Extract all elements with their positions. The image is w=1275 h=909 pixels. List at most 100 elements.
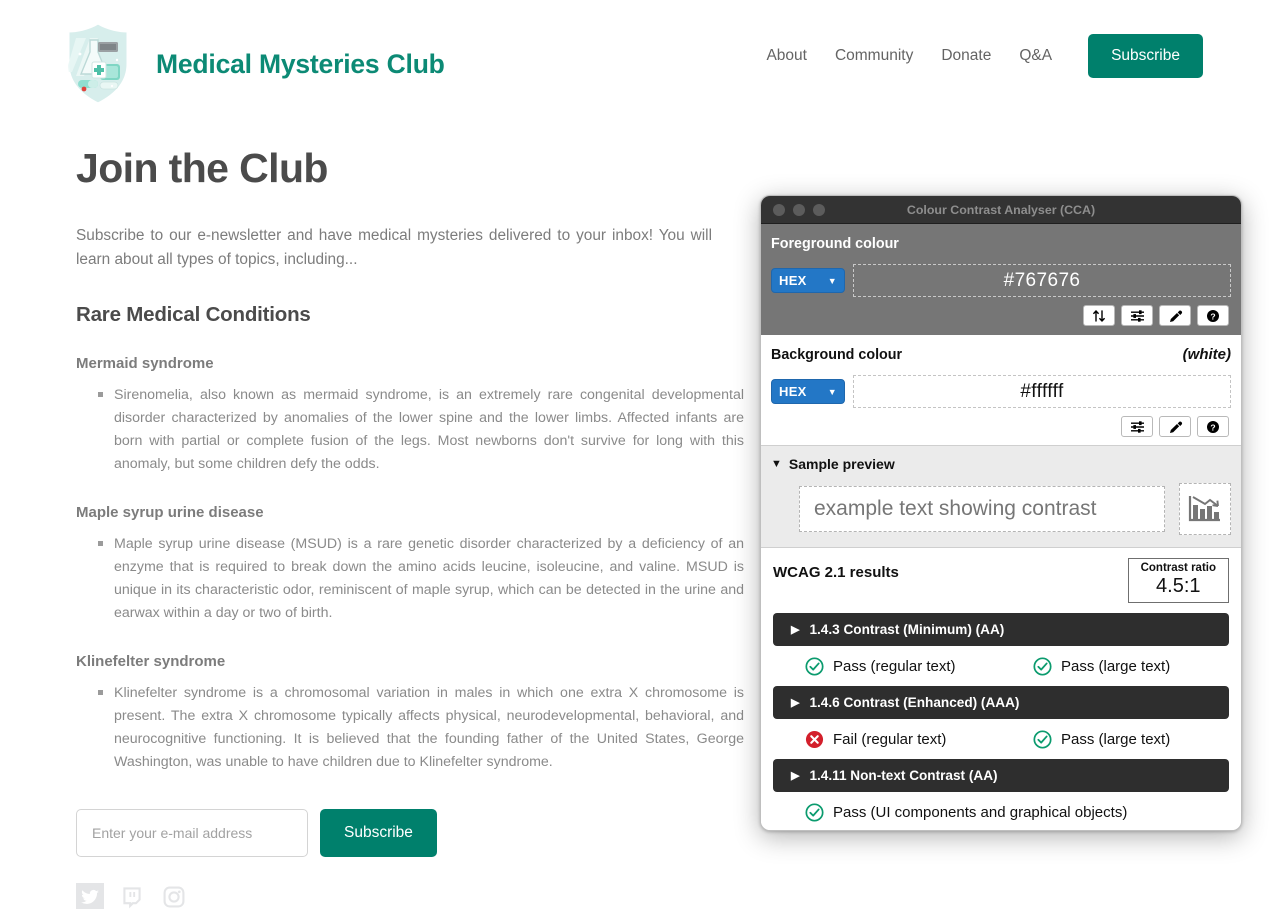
fail-cross-icon — [805, 731, 824, 749]
condition-title-mermaid: Mermaid syndrome — [76, 354, 214, 372]
result-item: Pass (regular text) — [805, 657, 1033, 676]
foreground-label: Foreground colour — [771, 236, 899, 252]
window-traffic-lights — [773, 203, 825, 216]
criterion-1411-results: Pass (UI components and graphical object… — [773, 803, 1229, 822]
pass-check-icon — [1033, 657, 1052, 676]
site-header: Medical Mysteries Club About Community D… — [0, 0, 1275, 123]
contrast-ratio-box: Contrast ratio 4.5:1 — [1127, 558, 1229, 604]
bar-chart-declining-icon — [1188, 496, 1220, 522]
list-item: Klinefelter syndrome is a chromosomal va… — [98, 682, 744, 774]
nav-link-community[interactable]: Community — [821, 47, 927, 65]
wcag-results-title: WCAG 2.1 results — [773, 564, 899, 581]
svg-text:?: ? — [1210, 422, 1215, 432]
foreground-format-value: HEX — [779, 273, 807, 288]
cca-titlebar[interactable]: Colour Contrast Analyser (CCA) — [761, 196, 1241, 224]
brand-title: Medical Mysteries Club — [156, 48, 445, 79]
foreground-button-row: ? — [771, 305, 1231, 326]
background-colour-value[interactable]: #ffffff — [853, 375, 1231, 408]
result-item: Pass (large text) — [1033, 730, 1170, 749]
criterion-143-results: Pass (regular text) Pass (large text) — [773, 657, 1229, 676]
intro-paragraph: Subscribe to our e-newsletter and have m… — [76, 227, 712, 268]
nav-link-donate[interactable]: Donate — [927, 47, 1005, 65]
sample-text: example text showing contrast — [799, 486, 1165, 532]
social-link-twitch[interactable] — [118, 883, 146, 909]
sample-preview-title: Sample preview — [788, 456, 895, 472]
nav-link-about[interactable]: About — [752, 47, 821, 65]
chevron-down-icon: ▼ — [827, 275, 837, 286]
foreground-format-select[interactable]: HEX ▼ — [771, 268, 845, 293]
main-content: Join the Club Subscribe to our e-newslet… — [76, 145, 744, 909]
wcag-results-section: WCAG 2.1 results Contrast ratio 4.5:1 ▶ … — [761, 548, 1241, 830]
pass-check-icon — [1033, 730, 1052, 749]
sample-graphic — [1179, 483, 1231, 535]
contrast-ratio-label: Contrast ratio — [1140, 562, 1216, 574]
sample-preview-disclosure[interactable]: ▼ Sample preview — [771, 456, 1231, 472]
condition-list-msud: Maple syrup urine disease (MSUD) is a ra… — [98, 533, 744, 625]
email-input[interactable] — [76, 808, 308, 857]
result-item: Pass (large text) — [1033, 657, 1170, 676]
triangle-right-icon: ▶ — [791, 697, 800, 710]
background-sliders-icon[interactable] — [1121, 416, 1153, 437]
medical-shield-logo-icon — [62, 20, 134, 108]
pass-check-icon — [805, 657, 824, 676]
result-item: Pass (UI components and graphical object… — [805, 803, 1127, 822]
maximize-icon[interactable] — [813, 203, 825, 216]
social-links — [76, 882, 726, 909]
list-item: Maple syrup urine disease (MSUD) is a ra… — [98, 533, 744, 625]
condition-title-klinefelter: Klinefelter syndrome — [76, 652, 226, 670]
foreground-help-icon[interactable]: ? — [1197, 305, 1229, 326]
foreground-colour-section: Foreground colour HEX ▼ #767676 ? — [761, 224, 1241, 335]
cca-window-title: Colour Contrast Analyser (CCA) — [906, 202, 1096, 217]
subscribe-button[interactable]: Subscribe — [320, 808, 437, 857]
page-root: Medical Mysteries Club About Community D… — [0, 0, 1275, 909]
instagram-icon — [163, 886, 185, 908]
foreground-eyedropper-icon[interactable] — [1159, 305, 1191, 326]
chevron-down-icon: ▼ — [827, 386, 837, 397]
list-item: Sirenomelia, also known as mermaid syndr… — [98, 384, 744, 476]
background-colour-section: Background colour (white) HEX ▼ #ffffff — [761, 335, 1241, 446]
newsletter-subscribe-form: Subscribe — [76, 808, 726, 857]
background-colour-note: (white) — [1182, 346, 1231, 363]
result-text: Pass (large text) — [1061, 731, 1171, 749]
brand[interactable]: Medical Mysteries Club — [62, 20, 445, 108]
contrast-ratio-value: 4.5:1 — [1156, 575, 1201, 598]
nav-link-qa[interactable]: Q&A — [1005, 47, 1066, 65]
header-subscribe-button[interactable]: Subscribe — [1088, 34, 1203, 78]
condition-list-mermaid: Sirenomelia, also known as mermaid syndr… — [98, 384, 744, 476]
criterion-1411-header[interactable]: ▶ 1.4.11 Non-text Contrast (AA) — [773, 759, 1229, 793]
background-label: Background colour — [771, 347, 903, 363]
result-text: Fail (regular text) — [833, 731, 947, 749]
criterion-1411-label: 1.4.11 Non-text Contrast (AA) — [809, 768, 998, 784]
close-icon[interactable] — [773, 203, 785, 216]
section-title: Rare Medical Conditions — [76, 302, 311, 326]
triangle-right-icon: ▶ — [791, 770, 800, 783]
background-format-value: HEX — [779, 384, 807, 399]
triangle-right-icon: ▶ — [791, 624, 800, 637]
foreground-sliders-icon[interactable] — [1121, 305, 1153, 326]
foreground-colour-value[interactable]: #767676 — [853, 264, 1231, 297]
background-help-icon[interactable]: ? — [1197, 416, 1229, 437]
twitch-icon — [123, 887, 141, 909]
minimize-icon[interactable] — [793, 203, 805, 216]
result-text: Pass (large text) — [1061, 658, 1171, 676]
criterion-143-label: 1.4.3 Contrast (Minimum) (AA) — [809, 622, 1005, 638]
main-nav: About Community Donate Q&A Subscribe — [752, 34, 1203, 78]
result-text: Pass (regular text) — [833, 658, 956, 676]
background-colour-row: HEX ▼ #ffffff — [771, 375, 1231, 408]
condition-list-klinefelter: Klinefelter syndrome is a chromosomal va… — [98, 682, 744, 774]
swap-colours-icon[interactable] — [1083, 305, 1115, 326]
page-title: Join the Club — [76, 145, 328, 191]
condition-title-msud: Maple syrup urine disease — [76, 503, 264, 521]
twitter-icon — [76, 882, 104, 909]
background-eyedropper-icon[interactable] — [1159, 416, 1191, 437]
criterion-146-header[interactable]: ▶ 1.4.6 Contrast (Enhanced) (AAA) — [773, 686, 1229, 720]
triangle-down-icon: ▼ — [771, 458, 782, 470]
social-link-twitter[interactable] — [76, 882, 104, 909]
svg-text:?: ? — [1210, 311, 1215, 321]
criterion-146-label: 1.4.6 Contrast (Enhanced) (AAA) — [809, 695, 1020, 711]
background-format-select[interactable]: HEX ▼ — [771, 379, 845, 404]
result-text: Pass (UI components and graphical object… — [833, 804, 1128, 822]
criterion-143-header[interactable]: ▶ 1.4.3 Contrast (Minimum) (AA) — [773, 613, 1229, 647]
cca-window: Colour Contrast Analyser (CCA) Foregroun… — [760, 195, 1242, 831]
social-link-instagram[interactable] — [160, 883, 188, 909]
